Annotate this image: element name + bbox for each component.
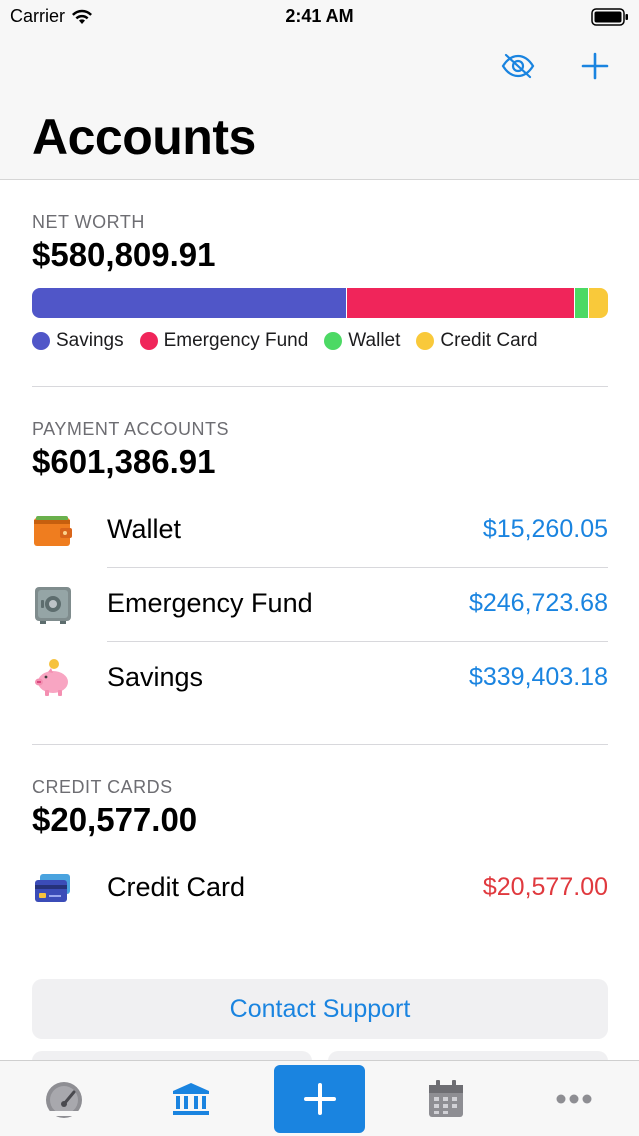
account-amount: $15,260.05 (482, 515, 608, 543)
add-account-button[interactable] (575, 48, 615, 84)
tab-calendar[interactable] (422, 1079, 470, 1119)
tab-dashboard[interactable] (40, 1079, 88, 1119)
legend-label: Credit Card (440, 330, 538, 351)
bank-icon (173, 1083, 209, 1115)
account-row-savings[interactable]: Savings $339,403.18 (0, 642, 639, 716)
divider (32, 744, 608, 745)
net-worth-bar (32, 288, 608, 318)
account-amount: $339,403.18 (468, 663, 608, 691)
legend-item: Savings (32, 330, 124, 352)
credit-cards-total: $20,577.00 (32, 801, 198, 838)
net-worth-total: $580,809.91 (32, 236, 216, 273)
legend-label: Wallet (348, 330, 401, 351)
wallet-icon (32, 510, 74, 552)
payment-accounts-label: PAYMENT ACCOUNTS (32, 419, 230, 439)
bar-segment-wallet (574, 288, 588, 318)
page-title: Accounts (32, 109, 256, 165)
clock: 2:41 AM (285, 6, 354, 26)
tab-more[interactable] (550, 1079, 598, 1119)
legend-label: Emergency Fund (163, 330, 309, 351)
status-bar: Carrier 2:41 AM (0, 0, 639, 34)
account-amount: $246,723.68 (468, 589, 608, 617)
account-row-emergency-fund[interactable]: Emergency Fund $246,723.68 (0, 568, 639, 642)
tab-accounts[interactable] (167, 1079, 215, 1119)
credit-card-icon (32, 868, 74, 910)
legend-dot-icon (416, 332, 435, 350)
account-name: Savings (107, 662, 204, 692)
legend-dot-icon (324, 332, 343, 350)
credit-cards-label: CREDIT CARDS (32, 777, 173, 797)
legend-dot-icon (32, 332, 50, 350)
divider (32, 386, 608, 387)
account-amount: $20,577.00 (482, 873, 608, 901)
account-row-wallet[interactable]: Wallet $15,260.05 (0, 494, 639, 568)
safe-icon (32, 584, 74, 626)
calendar-icon (429, 1080, 463, 1117)
bar-segment-emergency-fund (345, 288, 574, 318)
eye-slash-icon (501, 53, 535, 79)
tab-bar (0, 1060, 639, 1136)
net-worth-label: NET WORTH (32, 212, 145, 232)
account-row-credit-card[interactable]: Credit Card $20,577.00 (0, 852, 639, 926)
plus-icon (581, 52, 609, 80)
add-icon (303, 1083, 336, 1115)
net-worth-legend: Savings Emergency Fund Wallet Credit Card (32, 330, 538, 352)
bar-segment-credit-card (587, 288, 608, 318)
bar-segment-savings (32, 288, 346, 318)
account-name: Emergency Fund (107, 588, 313, 618)
navigation-bar: Accounts (0, 34, 639, 180)
account-name: Wallet (107, 514, 182, 544)
legend-dot-icon (139, 332, 158, 350)
battery-icon (591, 8, 629, 31)
legend-label: Savings (56, 330, 124, 351)
piggy-bank-icon (32, 658, 74, 700)
legend-item: Wallet (324, 330, 400, 352)
more-icon (556, 1094, 592, 1104)
tab-add-transaction[interactable] (274, 1065, 365, 1133)
contact-support-button[interactable]: Contact Support (32, 979, 608, 1039)
hide-balances-button[interactable] (498, 48, 538, 84)
account-name: Credit Card (107, 872, 246, 902)
legend-item: Credit Card (416, 330, 538, 352)
dashboard-icon (46, 1082, 82, 1118)
payment-accounts-total: $601,386.91 (32, 443, 216, 480)
legend-item: Emergency Fund (139, 330, 309, 352)
